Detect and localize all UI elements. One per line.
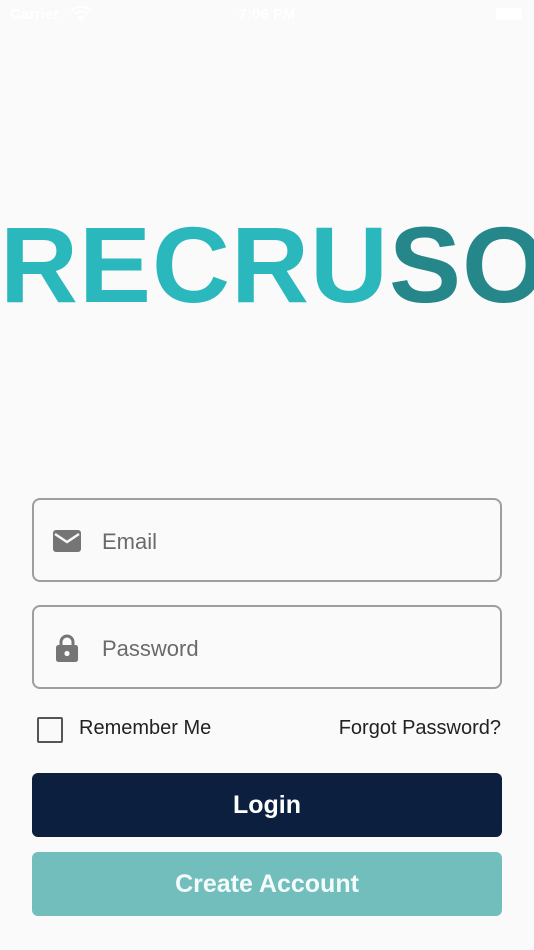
- remember-me-checkbox[interactable]: [37, 717, 63, 743]
- logo-text-secondary: SO: [389, 204, 534, 325]
- status-bar: Carrier 7:06 PM: [0, 0, 534, 30]
- create-account-button-label: Create Account: [175, 869, 359, 898]
- logo-text-primary: RECRU: [0, 204, 390, 325]
- create-account-button[interactable]: Create Account: [32, 852, 502, 916]
- password-field[interactable]: [32, 605, 502, 689]
- login-button-label: Login: [232, 790, 302, 819]
- status-time: 7:06 PM: [238, 6, 296, 23]
- lock-icon: [56, 634, 78, 662]
- app-logo: RECRUSO: [0, 205, 534, 325]
- battery-icon: [496, 8, 522, 20]
- login-button[interactable]: Login: [32, 773, 502, 837]
- forgot-password-link[interactable]: Forgot Password?: [339, 717, 501, 740]
- email-field[interactable]: [32, 498, 502, 582]
- password-input[interactable]: [100, 627, 484, 671]
- remember-me-label[interactable]: Remember Me: [79, 717, 211, 740]
- email-input[interactable]: [100, 520, 484, 564]
- mail-icon: [53, 530, 81, 552]
